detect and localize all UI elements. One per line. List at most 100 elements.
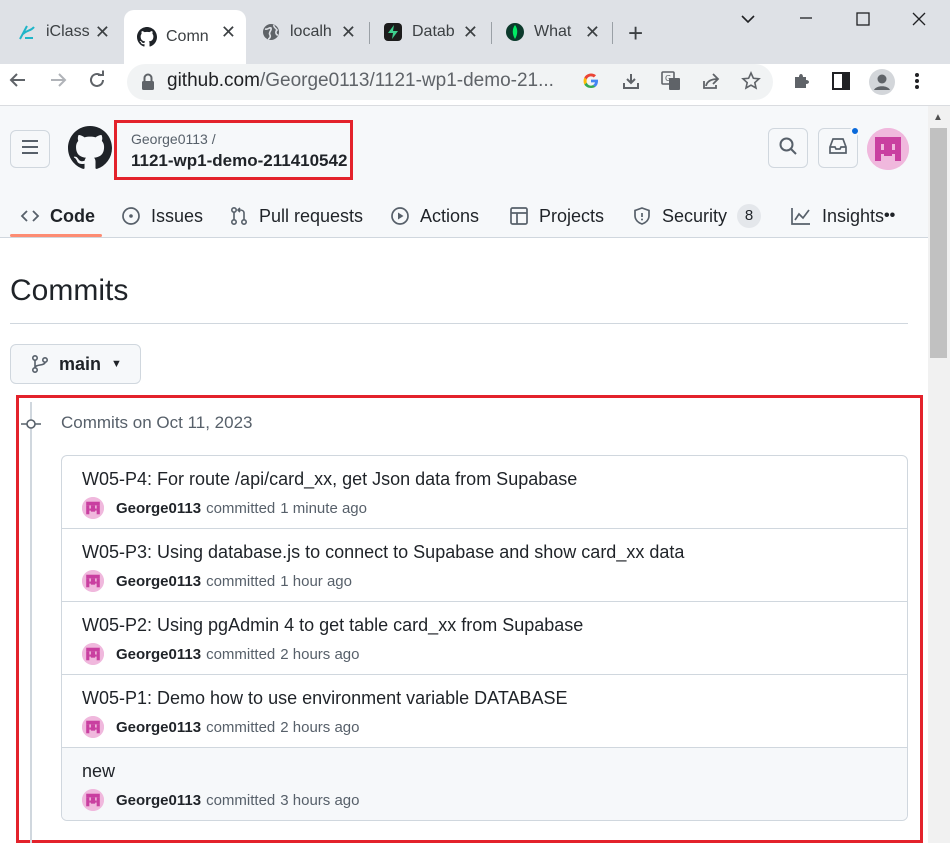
browser-tab-iclass[interactable]: iClass ✕ (6, 12, 120, 52)
window-close-icon[interactable] (911, 11, 927, 32)
repo-nav: Code Issues Pull requests Actions Projec… (0, 194, 928, 238)
address-bar[interactable]: github.com/George0113/1121-wp1-demo-21..… (127, 64, 773, 100)
mongodb-leaf-icon (504, 21, 526, 43)
commit-meta: George0113 committed 1 minute ago (82, 496, 367, 520)
tab-projects[interactable]: Projects (509, 194, 604, 238)
table-icon (509, 206, 529, 226)
tab-separator (369, 22, 370, 44)
close-icon[interactable]: ✕ (463, 22, 478, 42)
browser-menu-icon[interactable] (913, 71, 921, 97)
browser-tab-supabase[interactable]: Datab ✕ (372, 12, 488, 52)
timeline-line (30, 402, 32, 843)
browser-tab-mongodb[interactable]: What ✕ (494, 12, 610, 52)
tab-label: Issues (151, 205, 204, 226)
commit-message-link[interactable]: W05-P4: For route /api/card_xx, get Json… (82, 469, 577, 490)
commit-meta: George0113 committed 2 hours ago (82, 715, 359, 739)
commit-time: 1 hour ago (280, 572, 352, 590)
extensions-icon[interactable] (791, 71, 811, 97)
reload-icon[interactable] (87, 70, 107, 96)
search-icon (778, 136, 798, 161)
tab-security[interactable]: Security 8 (632, 194, 762, 238)
code-icon (20, 206, 40, 226)
commit-author-link[interactable]: George0113 (116, 646, 201, 663)
browser-tab-localhost[interactable]: localh ✕ (250, 12, 366, 52)
git-commit-icon (21, 414, 41, 434)
commit-row: W05-P1: Demo how to use environment vari… (62, 675, 907, 748)
divider (10, 323, 908, 324)
tab-pull-requests[interactable]: Pull requests (229, 194, 363, 238)
avatar[interactable] (82, 716, 104, 738)
minimize-icon[interactable] (798, 10, 814, 31)
menu-button[interactable] (10, 130, 50, 168)
user-avatar[interactable] (867, 128, 909, 170)
tab-insights[interactable]: Insights •• (790, 194, 895, 238)
commit-message-link[interactable]: W05-P1: Demo how to use environment vari… (82, 688, 568, 709)
tab-separator (612, 22, 613, 44)
notification-dot (850, 126, 860, 136)
avatar[interactable] (82, 570, 104, 592)
new-tab-button[interactable]: + (628, 20, 643, 46)
triangle-down-icon: ▼ (111, 358, 122, 370)
play-icon (390, 206, 410, 226)
commit-group-date: Commits on Oct 11, 2023 (61, 413, 253, 432)
close-icon[interactable]: ✕ (341, 22, 356, 42)
branch-select-button[interactable]: main ▼ (10, 344, 141, 384)
hamburger-icon (21, 139, 39, 160)
commit-message-link[interactable]: W05-P2: Using pgAdmin 4 to get table car… (82, 615, 583, 636)
commit-author-link[interactable]: George0113 (116, 500, 201, 517)
browser-tab-github[interactable]: Comn ✕ (124, 10, 246, 64)
tab-code[interactable]: Code (20, 194, 95, 238)
tab-actions[interactable]: Actions (390, 194, 479, 238)
url-host: github.com (167, 70, 260, 91)
globe-icon (260, 21, 282, 43)
commit-verb: committed (206, 499, 276, 517)
commit-row: W05-P2: Using pgAdmin 4 to get table car… (62, 602, 907, 675)
graph-icon (790, 206, 812, 226)
avatar[interactable] (82, 643, 104, 665)
commit-message-link[interactable]: W05-P3: Using database.js to connect to … (82, 542, 684, 563)
commit-time: 1 minute ago (280, 499, 367, 517)
commit-verb: committed (206, 645, 276, 663)
translate-icon[interactable]: G (661, 71, 681, 96)
github-logo-icon[interactable] (68, 126, 112, 175)
tab-label: localh (290, 23, 332, 40)
close-icon[interactable]: ✕ (585, 22, 600, 42)
maximize-icon[interactable] (855, 11, 871, 32)
tab-issues[interactable]: Issues (121, 194, 203, 238)
close-icon[interactable]: ✕ (95, 22, 110, 42)
tab-label: Pull requests (259, 205, 364, 226)
tab-label: Security (662, 205, 728, 226)
commit-row: new George0113 committed 3 hours ago (62, 748, 907, 820)
scrollbar-thumb[interactable] (930, 128, 947, 358)
google-icon[interactable] (581, 71, 601, 96)
tab-search-icon[interactable] (740, 12, 756, 28)
commit-verb: committed (206, 718, 276, 736)
repo-name-link[interactable]: 1121-wp1-demo-211410542 (131, 151, 347, 171)
commit-message-link[interactable]: new (82, 761, 115, 782)
avatar[interactable] (82, 789, 104, 811)
tab-label: Actions (420, 205, 480, 226)
more-tabs-icon[interactable]: •• (884, 207, 895, 225)
repo-owner-link[interactable]: George0113 / (131, 131, 216, 147)
repo-title-highlight: George0113 / 1121-wp1-demo-211410542 (114, 120, 353, 180)
commit-author-link[interactable]: George0113 (116, 573, 201, 590)
search-button[interactable] (768, 128, 808, 168)
commit-author-link[interactable]: George0113 (116, 792, 201, 809)
bookmark-star-icon[interactable] (741, 71, 761, 96)
back-icon[interactable] (8, 70, 28, 96)
close-icon[interactable]: ✕ (221, 22, 236, 42)
profile-icon[interactable] (869, 69, 895, 101)
commit-meta: George0113 committed 2 hours ago (82, 642, 359, 666)
avatar[interactable] (82, 497, 104, 519)
url-text: github.com/George0113/1121-wp1-demo-21..… (167, 70, 554, 92)
lock-icon[interactable] (141, 73, 155, 96)
side-panel-icon[interactable] (831, 71, 851, 97)
install-app-icon[interactable] (621, 71, 641, 96)
commit-author-link[interactable]: George0113 (116, 719, 201, 736)
forward-icon[interactable] (48, 70, 68, 96)
supabase-icon (382, 21, 404, 43)
commit-time: 3 hours ago (280, 791, 360, 809)
scroll-up-arrow-icon[interactable]: ▲ (933, 112, 943, 123)
page-title: Commits (10, 274, 129, 307)
share-icon[interactable] (701, 71, 721, 96)
